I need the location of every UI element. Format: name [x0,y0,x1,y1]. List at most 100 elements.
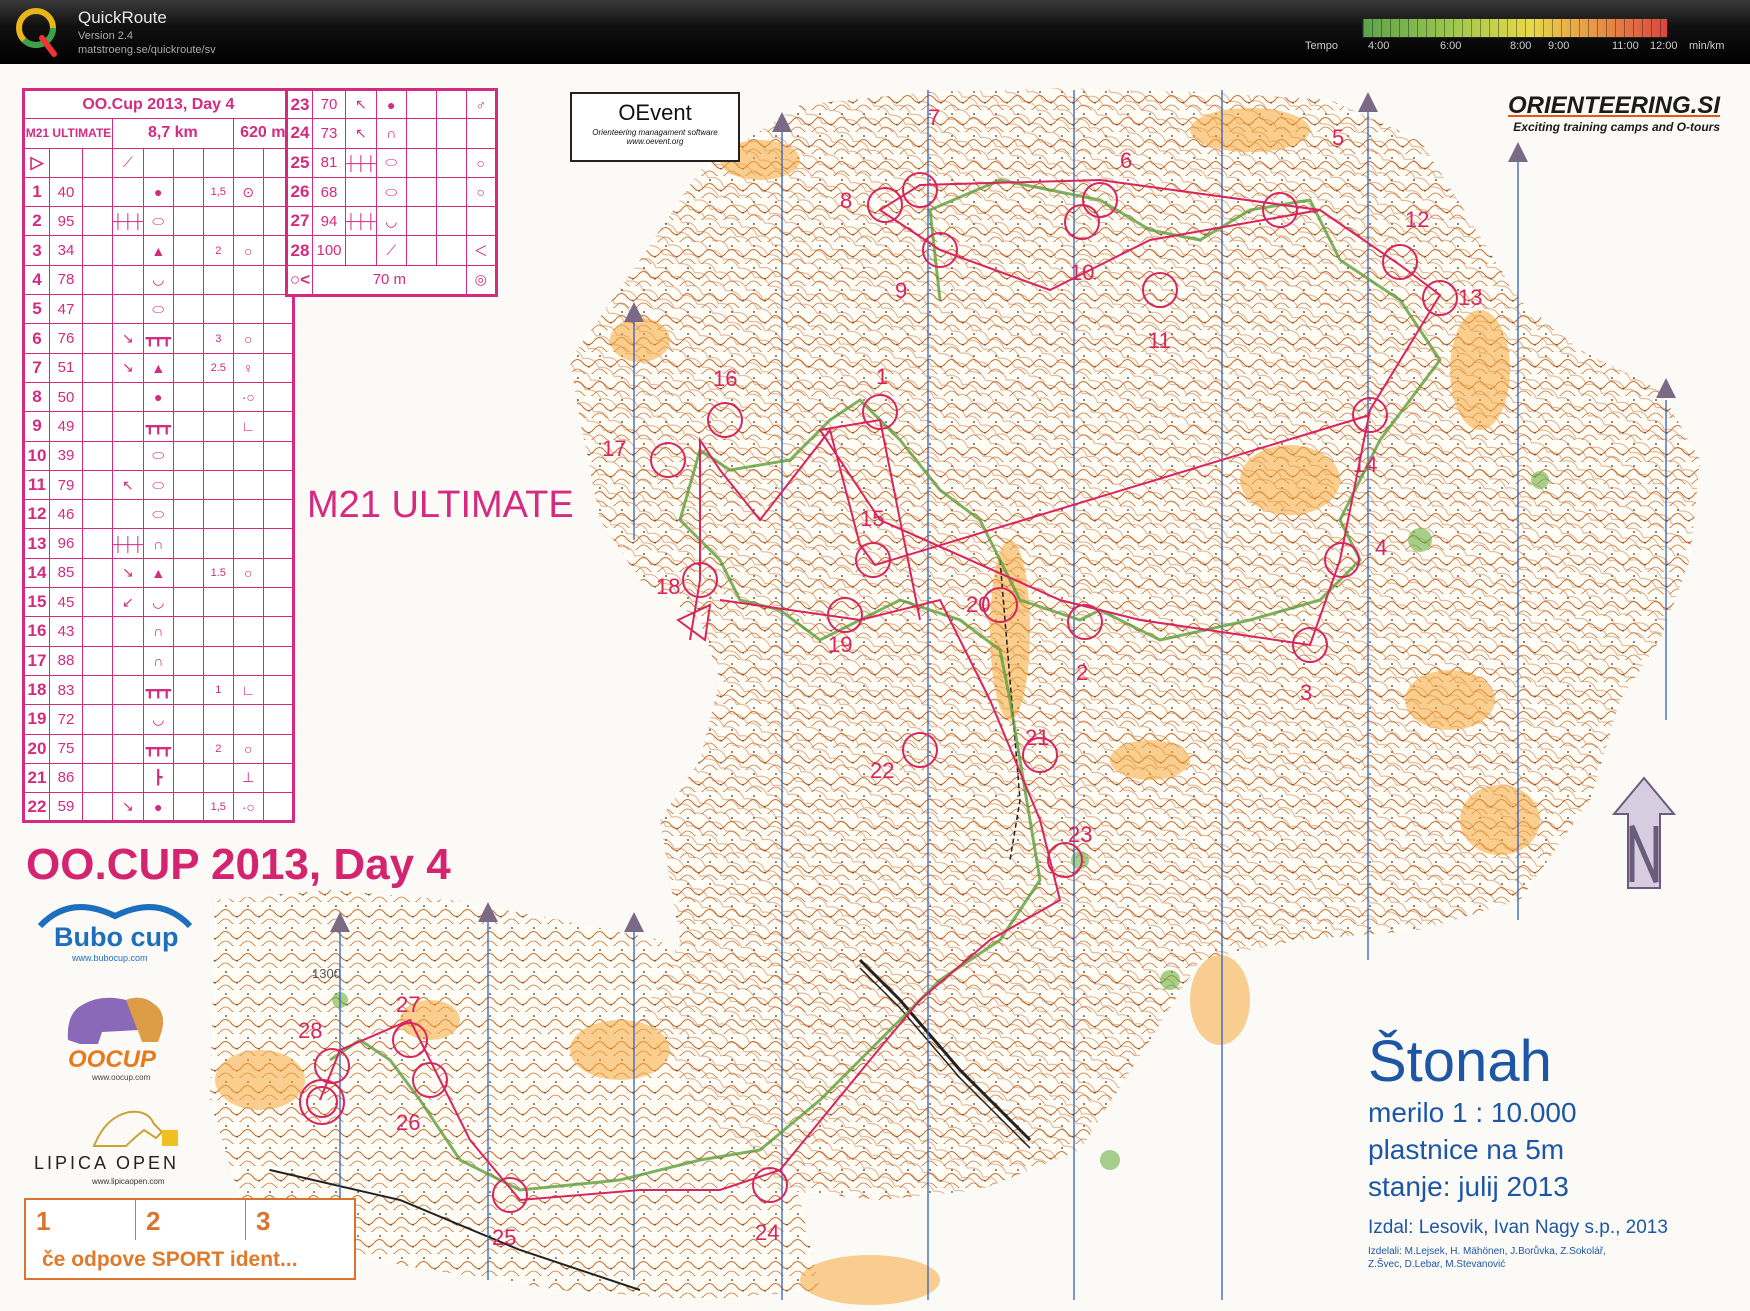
control-number: 19 [828,632,852,657]
control-number: 9 [895,278,907,303]
control-code-cell: 70 [312,88,346,120]
map-publisher: Izdal: Lesovik, Ivan Nagy s.p., 2013 [1368,1217,1668,1238]
control-number-cell: 2 [23,206,50,237]
other-cell [262,733,294,764]
app-title: QuickRoute [78,8,167,27]
location-cell: ·○ [232,792,264,823]
control-number: 7 [928,105,940,130]
direction-cell [112,499,144,530]
app-url[interactable]: matstroeng.se/quickroute/sv [78,44,216,56]
si-backup-cell: 3 [256,1206,271,1236]
feature-cell: ● [142,176,174,208]
direction-cell [112,294,144,325]
control-row: 12 46 ⬭ [23,499,294,530]
control-number: 8 [840,188,852,213]
column-c-cell [82,469,113,501]
appearance-cell [172,587,204,618]
control-code-cell: 76 [49,323,83,354]
appearance-cell [172,469,204,501]
direction-cell: ↖ [345,118,377,149]
column-c-cell [82,557,113,589]
location-cell [232,206,264,237]
control-row: 26 68 ⬭ ○ [286,176,497,208]
oocup-logo[interactable]: OOCUP www.oocup.com [62,990,172,1082]
dimension-cell [202,264,234,296]
orienteering-map[interactable]: 1300 1 2 3 4 5 6 7 8 9 10 11 12 13 14 15… [0,64,1750,1311]
control-code-cell: 86 [49,762,83,794]
feature-cell: ● [142,792,174,823]
appearance-cell [172,674,204,706]
direction-cell: ↖ [112,469,144,501]
oevent-name: OEvent [618,100,692,125]
si-backup-cell: 1 [26,1200,136,1240]
north-sign-icon [1611,776,1677,889]
oocup-name: OOCUP [68,1046,157,1073]
control-number-cell: 16 [23,616,50,647]
other-cell [262,616,294,647]
control-row: 3 34 ▲ 2 ○ [23,235,294,266]
feature-cell: ⟋ [375,235,407,266]
direction-cell [112,616,144,647]
control-number-cell: 13 [23,528,50,559]
bubo-cup-url: www.bubocup.com [72,953,148,963]
column-c-cell [82,440,113,471]
control-number-cell: 27 [286,206,313,237]
feature-cell: ┣ [142,762,174,794]
card-length: 8,7 km [112,118,234,149]
control-number-cell: 17 [23,645,50,676]
control-number-cell: 11 [23,469,50,501]
bubo-cup-name: Bubo cup [54,922,179,952]
dimension-cell [435,118,467,149]
direction-cell: ↘ [112,323,144,354]
map-credits: Izdelali: M.Lejsek, H. Mähönen, J.Borůvk… [1368,1245,1728,1271]
column-c-cell [82,294,113,325]
bubo-cup-logo[interactable]: Bubo cup www.bubocup.com [30,898,200,964]
control-code-cell: 45 [49,587,83,618]
appearance-cell [172,440,204,471]
location-cell: ○ [465,176,497,208]
dimension-cell [202,499,234,530]
si-backup-note: če odpove SPORT ident... [42,1248,298,1271]
feature-cell: ┳┳┳ [142,411,174,442]
control-code-cell: 40 [49,176,83,208]
lipica-open-logo[interactable]: LIPICA OPEN www.lipicaopen.com [30,1108,230,1188]
dimension-cell [435,147,467,178]
control-number: 22 [870,758,894,783]
oevent-logo[interactable]: OEvent Orienteering managament software … [570,92,740,162]
feature-cell: ◡ [142,587,174,618]
control-row: 23 70 ↖ ● ♂ [286,88,497,120]
control-code-cell: 68 [312,176,346,208]
other-cell [262,792,294,823]
feature-cell: ∩ [142,616,174,647]
location-cell [232,528,264,559]
control-number-cell: 20 [23,733,50,764]
control-code-cell: 83 [49,674,83,706]
feature-cell: ◡ [142,704,174,735]
control-number: 27 [396,992,420,1017]
tempo-unit: min/km [1689,40,1725,52]
dimension-cell [202,206,234,237]
control-row: 17 88 ∩ [23,645,294,676]
dimension-cell: 1,5 [202,176,234,208]
orienteering-si-logo[interactable]: ORIENTEERING.SI Exciting training camps … [1496,92,1720,134]
appearance-cell [172,792,204,823]
location-cell [232,704,264,735]
start-triangle-icon: ▷ [23,147,50,178]
control-number: 10 [1070,260,1094,285]
control-number: 20 [966,592,990,617]
control-row: 27 94 ┼┼┼ ◡ [286,206,497,237]
lipica-open-name: LIPICA OPEN [34,1153,180,1173]
location-cell: ○ [232,733,264,764]
appearance-cell [172,206,204,237]
appearance-cell [172,733,204,764]
feature-cell: ⬭ [142,206,174,237]
direction-cell [112,235,144,266]
control-code-cell: 47 [49,294,83,325]
appearance-cell [172,381,204,413]
feature-cell: ▲ [142,352,174,383]
control-number-cell: 15 [23,587,50,618]
control-code-cell: 95 [49,206,83,237]
control-row: 15 45 ↙ ◡ [23,587,294,618]
location-cell: ○ [232,557,264,589]
map-credits-line: Izdelali: M.Lejsek, H. Mähönen, J.Borůvk… [1368,1246,1606,1257]
